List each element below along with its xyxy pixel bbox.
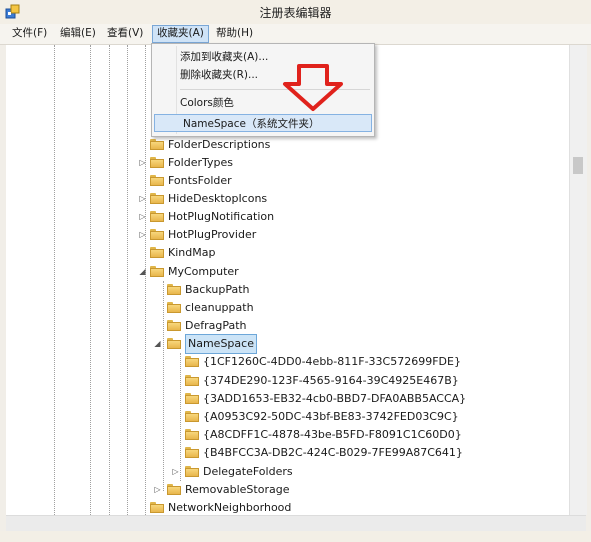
folder-icon [185,411,199,422]
tree-item-label: {A8CDFF1C-4878-43be-B5FD-F8091C1C60D0} [203,428,462,441]
folder-icon [150,175,164,186]
collapse-arrow-icon[interactable]: ◢ [138,267,147,276]
expand-arrow-icon[interactable]: ▷ [138,194,147,203]
folder-icon [150,193,164,204]
tree-item-label: RemovableStorage [185,483,290,496]
folder-icon [150,139,164,150]
tree-item-label: {A0953C92-50DC-43bf-BE83-3742FED03C9C} [203,410,459,423]
folder-icon [185,447,199,458]
scrollbar-thumb[interactable] [573,157,583,174]
expand-arrow-icon[interactable]: ▷ [138,158,147,167]
folder-icon [150,211,164,222]
expand-arrow-icon[interactable]: ▷ [138,230,147,239]
tree-item-label: BackupPath [185,283,250,296]
menu-item-namespace[interactable]: NameSpace（系统文件夹） [154,114,372,132]
folder-icon [167,320,181,331]
tree-item-label: FolderTypes [168,156,233,169]
tree-item-label: {1CF1260C-4DD0-4ebb-811F-33C572699FDE} [203,355,461,368]
vertical-scrollbar[interactable] [569,45,587,515]
folder-icon [150,157,164,168]
expand-arrow-icon[interactable]: ▷ [171,467,180,476]
tree-guide-line [145,45,146,515]
folder-icon [167,338,181,349]
menu-edit[interactable]: 编辑(E) [56,26,100,41]
expand-arrow-icon[interactable]: ▷ [153,485,162,494]
tree-item-label: FolderDescriptions [168,138,271,151]
expand-arrow-icon[interactable]: ▷ [138,212,147,221]
tree-item-label: FontsFolder [168,174,232,187]
tree-guide-line [54,45,55,515]
tree-item-label: DefragPath [185,319,247,332]
tree-item-label: HotPlugProvider [168,228,257,241]
tree-guide-line [90,45,91,515]
menu-view[interactable]: 查看(V) [103,26,147,41]
menu-help[interactable]: 帮助(H) [212,26,257,41]
menu-item-colors[interactable]: Colors颜色 [180,94,234,112]
folder-icon [167,302,181,313]
folder-icon [150,266,164,277]
title-bar: 注册表编辑器 [0,0,591,24]
menu-bar: 文件(F) 编辑(E) 查看(V) 收藏夹(A) 帮助(H) [0,24,591,45]
folder-icon [185,375,199,386]
tree-guide-line [127,45,128,515]
folder-icon [185,429,199,440]
collapse-arrow-icon[interactable]: ◢ [153,339,162,348]
folder-icon [185,466,199,477]
menu-favorites[interactable]: 收藏夹(A) [152,25,209,43]
tree-guide-line [109,45,110,515]
status-bar [0,531,591,542]
tree-item-label: cleanuppath [185,301,254,314]
tree-item-label: DelegateFolders [203,465,293,478]
folder-icon [185,356,199,367]
folder-icon [185,393,199,404]
folder-icon [150,247,164,258]
tree-item-label: HideDesktopIcons [168,192,268,205]
folder-icon [167,284,181,295]
tree-item-label: {3ADD1653-EB32-4cb0-BBD7-DFA0ABB5ACCA} [203,392,467,405]
menu-file[interactable]: 文件(F) [8,26,51,41]
folder-icon [150,502,164,513]
tree-guide-line [163,281,164,491]
tree-item-label: NameSpace [185,334,257,354]
menu-item-remove-favorite[interactable]: 删除收藏夹(R)... [180,66,258,84]
folder-icon [150,229,164,240]
red-down-arrow-icon [283,64,343,111]
tree-item-label: {B4BFCC3A-DB2C-424C-B029-7FE99A87C641} [203,446,463,459]
tree-item-label: HotPlugNotification [168,210,275,223]
tree-item-label: NetworkNeighborhood [168,501,292,514]
tree-item-label: KindMap [168,246,216,259]
window-title: 注册表编辑器 [259,6,332,20]
horizontal-scrollbar[interactable] [6,515,586,532]
folder-icon [167,484,181,495]
tree-item-label: {374DE290-123F-4565-9164-39C4925E467B} [203,374,459,387]
tree-item-label: MyComputer [168,265,239,278]
menu-item-add-favorite[interactable]: 添加到收藏夹(A)... [180,48,268,66]
tree-guide-line [180,353,181,481]
